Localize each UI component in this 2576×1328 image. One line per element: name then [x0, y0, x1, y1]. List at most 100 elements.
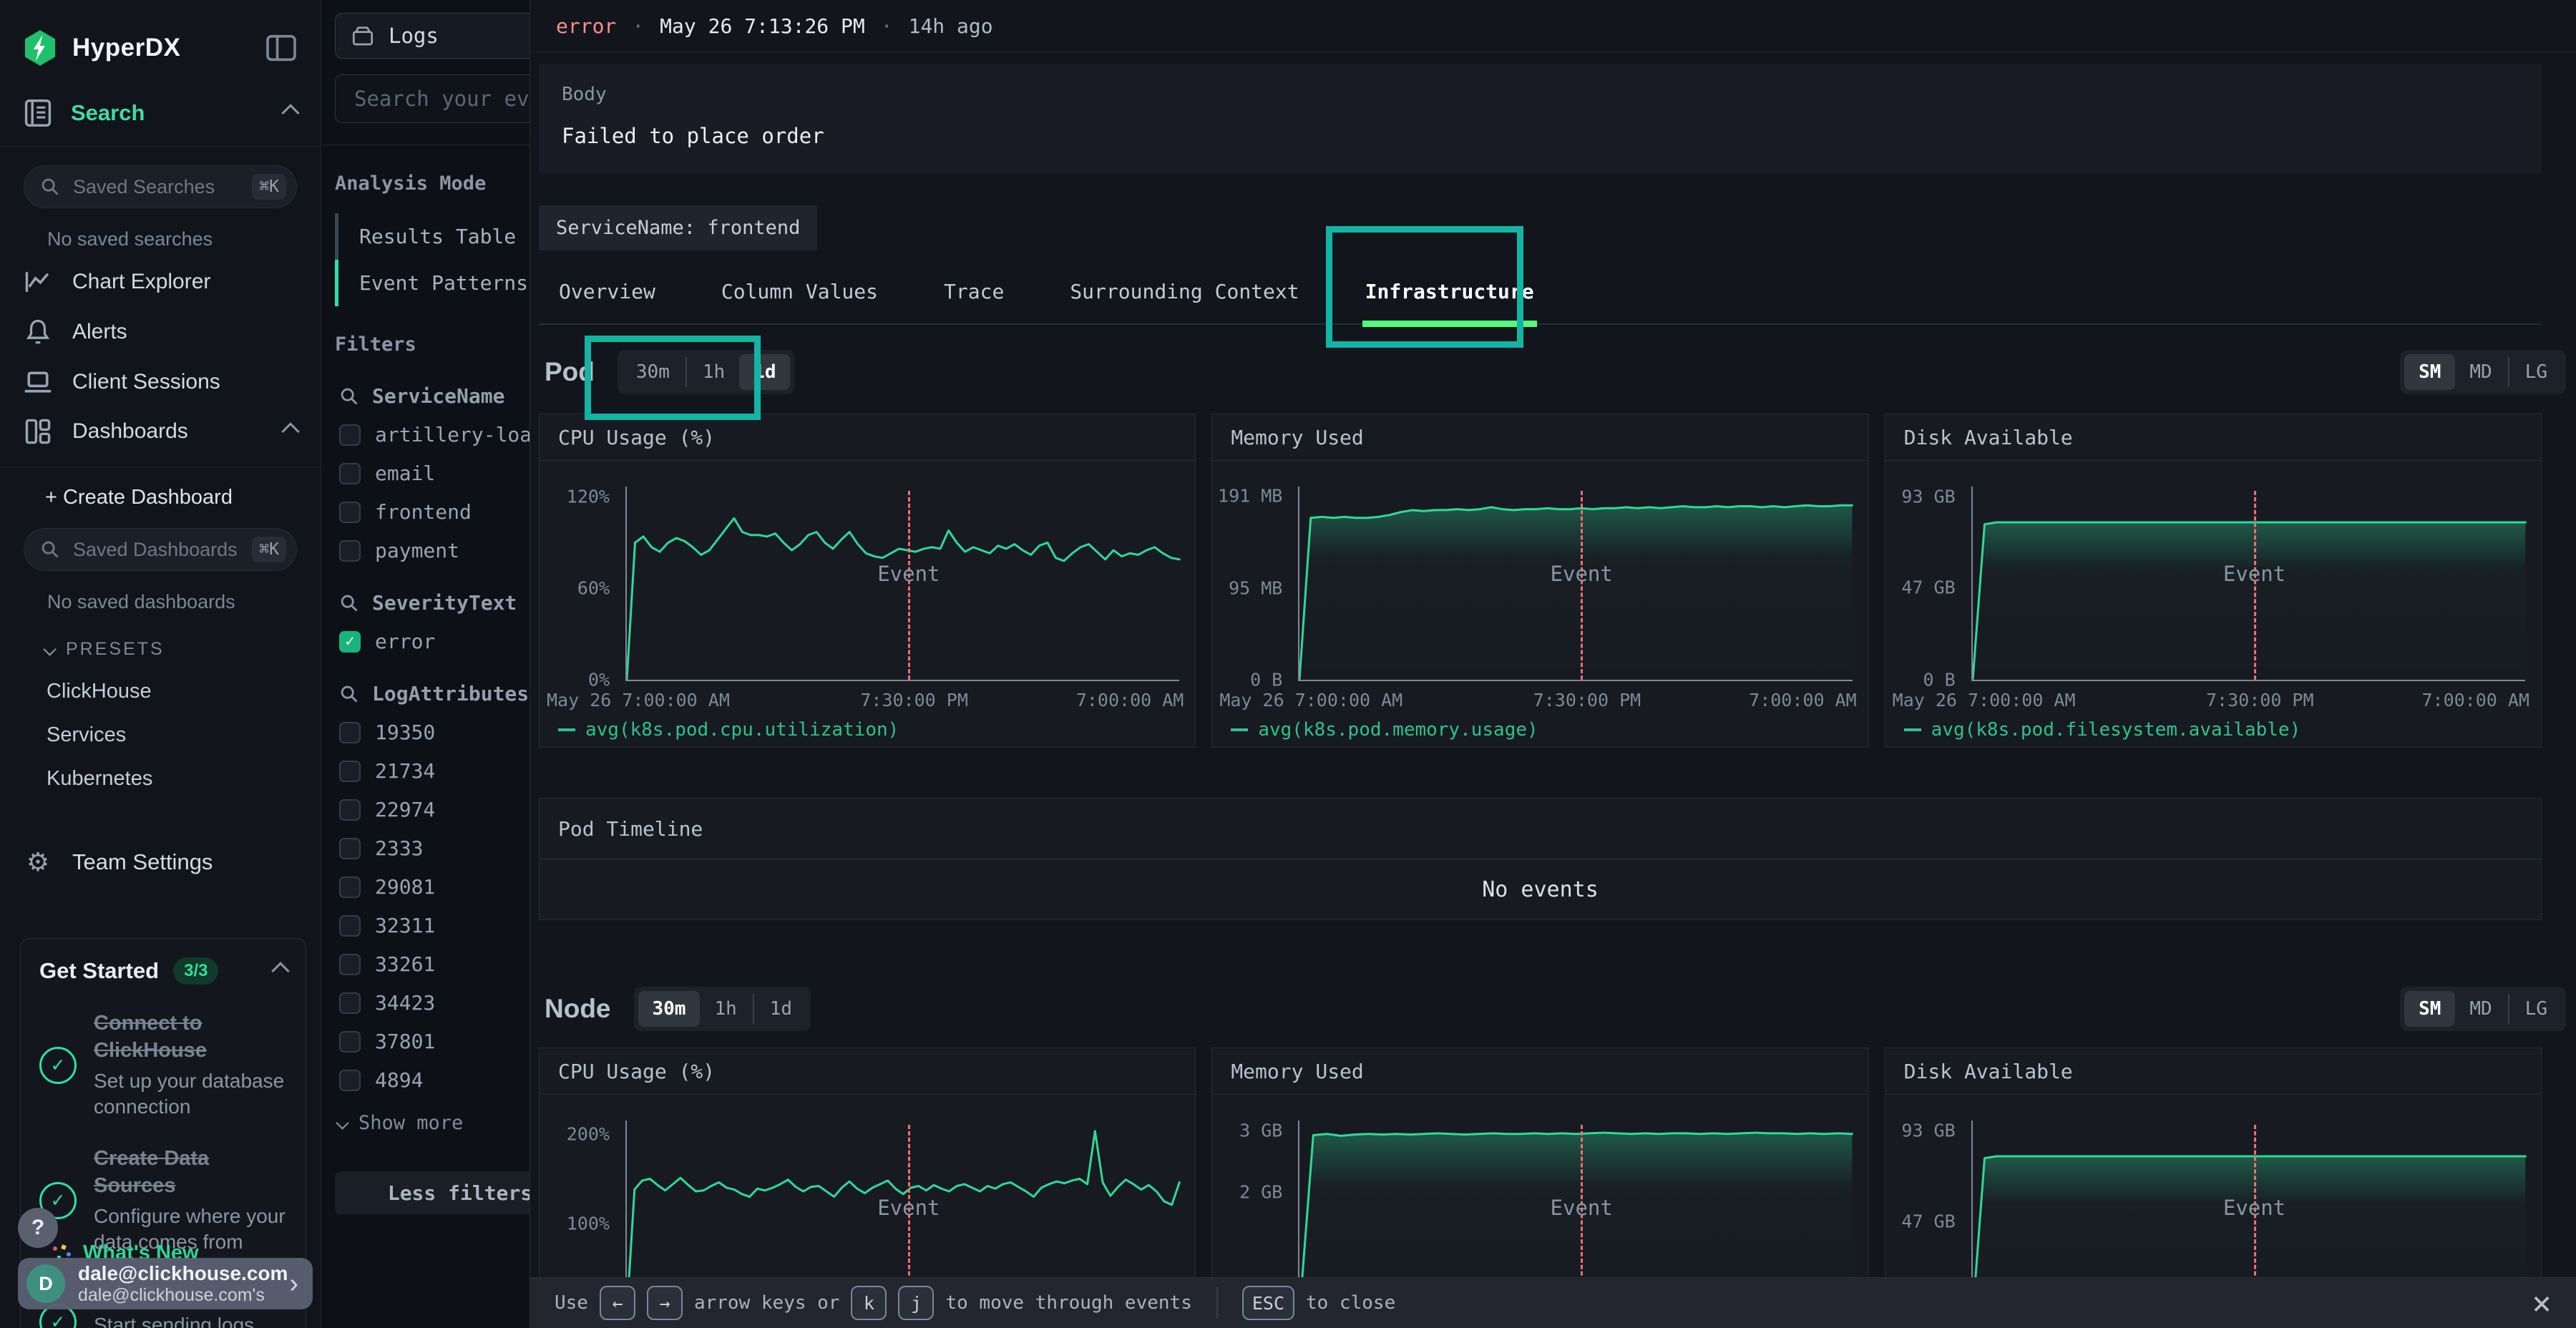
arrow-left-key[interactable]: ←: [600, 1286, 635, 1320]
checkbox[interactable]: [339, 722, 361, 743]
filter-option[interactable]: 34423: [339, 991, 530, 1015]
checkbox[interactable]: [339, 502, 361, 523]
size-md[interactable]: MD: [2455, 354, 2506, 390]
size-sm[interactable]: SM: [2404, 354, 2455, 390]
sidebar-item-clickhouse[interactable]: ClickHouse: [47, 680, 321, 703]
checkbox[interactable]: [339, 799, 361, 821]
filter-option[interactable]: 29081: [339, 875, 530, 899]
servicename-tag[interactable]: ServiceName: frontend: [539, 205, 817, 250]
j-key[interactable]: j: [898, 1286, 934, 1320]
chevron-up-icon[interactable]: [271, 962, 289, 980]
filter-option[interactable]: 32311: [339, 914, 530, 937]
checkbox[interactable]: [339, 424, 361, 446]
saved-dashboards-field[interactable]: [72, 538, 240, 562]
source-select[interactable]: Logs: [335, 13, 530, 59]
body-label: Body: [562, 84, 2519, 105]
chart-legend[interactable]: avg(k8s.pod.filesystem.available): [1885, 713, 2541, 747]
event-search-field[interactable]: [353, 86, 530, 112]
get-started-progress-badge: 3/3: [173, 957, 218, 985]
saved-searches-field[interactable]: [72, 175, 240, 199]
size-md[interactable]: MD: [2455, 991, 2506, 1027]
checkbox[interactable]: [339, 992, 361, 1014]
checkbox[interactable]: [339, 838, 361, 859]
mode-event-patterns[interactable]: Event Patterns: [335, 260, 530, 306]
sidebar-item-client-sessions[interactable]: Client Sessions: [0, 358, 321, 406]
event-search-input[interactable]: [335, 74, 530, 123]
x-axis: May 26 7:00:00 AM7:30:00 PM7:00:00 AM: [1973, 687, 2525, 713]
checkbox[interactable]: [339, 540, 361, 562]
get-started-step-sources[interactable]: ✓ Create Data Sources Configure where yo…: [39, 1146, 287, 1255]
no-saved-searches-note: No saved searches: [47, 228, 321, 250]
sidebar-item-alerts[interactable]: Alerts: [0, 306, 321, 358]
range-30m[interactable]: 30m: [622, 354, 684, 390]
tab-infrastructure[interactable]: Infrastructure: [1365, 280, 1534, 323]
filter-option[interactable]: 33261: [339, 952, 530, 976]
chevron-up-icon[interactable]: [281, 422, 299, 440]
chart-legend[interactable]: avg(k8s.pod.memory.usage): [1212, 713, 1868, 747]
sidebar-item-search[interactable]: Search: [0, 87, 321, 147]
filter-option[interactable]: frontend: [339, 500, 530, 524]
chevron-up-icon[interactable]: [281, 104, 299, 122]
saved-dashboards-input[interactable]: ⌘K: [24, 528, 297, 571]
range-1h[interactable]: 1h: [700, 991, 751, 1027]
saved-searches-input[interactable]: ⌘K: [24, 165, 297, 208]
filter-option[interactable]: payment: [339, 539, 530, 562]
close-icon[interactable]: ×: [2532, 1286, 2552, 1319]
checkbox[interactable]: [339, 761, 361, 782]
checkbox[interactable]: [339, 1031, 361, 1053]
search-icon[interactable]: [339, 593, 359, 613]
search-icon[interactable]: [339, 386, 359, 406]
help-button[interactable]: ?: [18, 1208, 58, 1248]
range-1h[interactable]: 1h: [688, 354, 739, 390]
k-key[interactable]: k: [851, 1286, 887, 1320]
range-1d[interactable]: 1d: [739, 354, 790, 390]
filter-option[interactable]: artillery-loadgen: [339, 423, 530, 446]
chart-legend[interactable]: avg(k8s.pod.cpu.utilization): [540, 713, 1195, 747]
checkbox[interactable]: [339, 877, 361, 898]
user-menu[interactable]: D dale@clickhouse.com dale@clickhouse.co…: [18, 1258, 313, 1309]
search-icon[interactable]: [339, 684, 359, 704]
checkbox[interactable]: [339, 954, 361, 975]
sidebar-item-team-settings[interactable]: ⚙ Team Settings: [0, 838, 321, 887]
chart-title: CPU Usage (%): [558, 1060, 715, 1083]
tab-surrounding-context[interactable]: Surrounding Context: [1070, 280, 1299, 323]
node-memory-chart: 3 GB2 GBEvent: [1212, 1095, 1868, 1277]
size-lg[interactable]: LG: [2511, 354, 2562, 390]
tab-trace[interactable]: Trace: [944, 280, 1004, 323]
size-lg[interactable]: LG: [2511, 991, 2562, 1027]
filter-option[interactable]: 37801: [339, 1030, 530, 1053]
checkbox-checked[interactable]: ✓: [339, 631, 361, 653]
presets-toggle[interactable]: PRESETS: [45, 639, 321, 660]
sidebar-item-dashboards[interactable]: Dashboards: [0, 406, 321, 456]
filter-option[interactable]: 22974: [339, 798, 530, 821]
size-sm[interactable]: SM: [2404, 991, 2455, 1027]
filter-option[interactable]: 4894: [339, 1068, 530, 1092]
filter-option[interactable]: 19350: [339, 721, 530, 744]
range-30m[interactable]: 30m: [638, 991, 701, 1027]
get-started-step-connect[interactable]: ✓ Connect to ClickHouse Set up your data…: [39, 1010, 287, 1120]
esc-key[interactable]: ESC: [1242, 1286, 1294, 1320]
filter-option[interactable]: ✓error: [339, 630, 530, 653]
filter-option[interactable]: 21734: [339, 759, 530, 783]
create-dashboard-button[interactable]: + Create Dashboard: [45, 486, 321, 509]
separator: ·: [632, 14, 644, 38]
collapse-sidebar-icon[interactable]: [265, 34, 297, 62]
event-marker-label: Event: [1551, 562, 1613, 586]
filter-option[interactable]: email: [339, 462, 530, 485]
checkbox[interactable]: [339, 915, 361, 937]
tab-overview[interactable]: Overview: [559, 280, 655, 323]
checkbox[interactable]: [339, 463, 361, 484]
mode-results-table[interactable]: Results Table: [335, 213, 530, 260]
less-filters-button[interactable]: Less filters: [335, 1171, 530, 1214]
sidebar-item-kubernetes[interactable]: Kubernetes: [47, 767, 321, 791]
arrow-right-key[interactable]: →: [647, 1286, 683, 1320]
plot-area: Event: [627, 491, 1179, 680]
show-more-toggle[interactable]: Show more: [338, 1112, 530, 1134]
checkbox[interactable]: [339, 1070, 361, 1091]
filter-option[interactable]: 2333: [339, 836, 530, 860]
tab-column-values[interactable]: Column Values: [721, 280, 878, 323]
range-1d[interactable]: 1d: [756, 991, 806, 1027]
event-timestamp: May 26 7:13:26 PM: [660, 14, 865, 38]
sidebar-item-services[interactable]: Services: [47, 723, 321, 747]
sidebar-item-chart-explorer[interactable]: Chart Explorer: [0, 258, 321, 306]
